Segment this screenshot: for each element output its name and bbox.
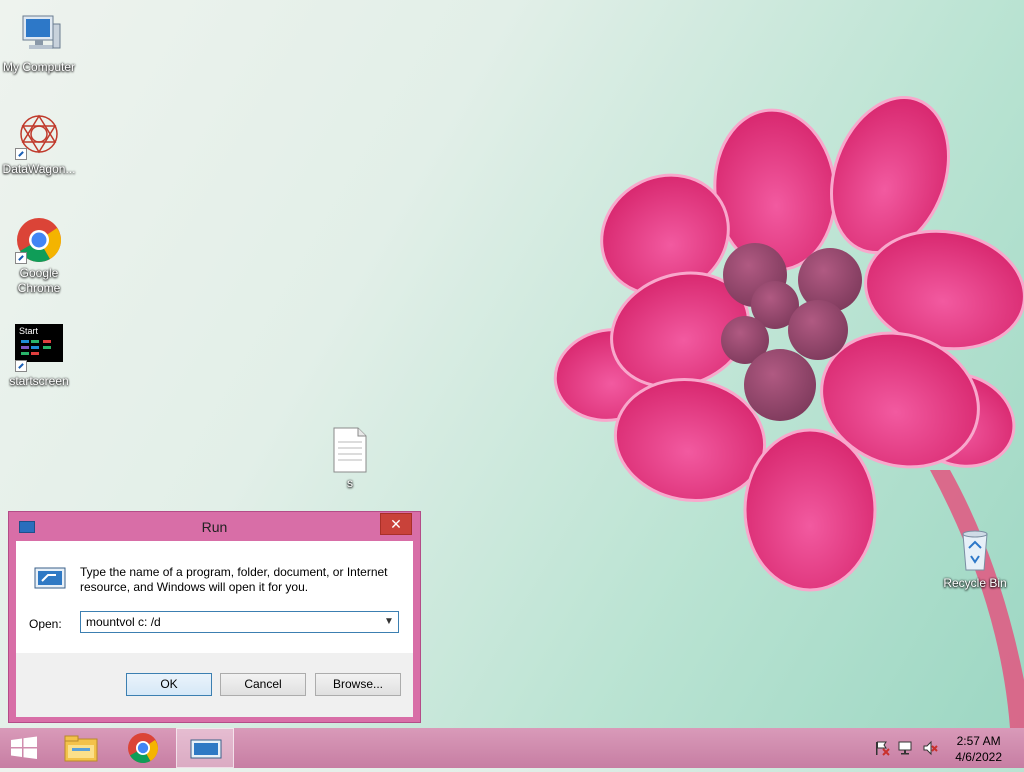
open-combobox[interactable]: mountvol c: /d ▼ bbox=[80, 611, 399, 633]
cancel-button[interactable]: Cancel bbox=[220, 673, 306, 696]
desktop-icon-label: My Computer bbox=[2, 60, 76, 74]
taskbar: 2:57 AM 4/6/2022 bbox=[0, 728, 1024, 768]
chrome-icon bbox=[15, 216, 63, 264]
taskbar-run[interactable] bbox=[176, 728, 234, 768]
file-explorer-icon bbox=[64, 735, 98, 762]
desktop: My Computer DataWagon... Google Chrome S… bbox=[0, 0, 1024, 728]
chrome-icon bbox=[128, 733, 158, 764]
dialog-titlebar[interactable]: Run ✕ bbox=[9, 512, 420, 540]
windows-start-icon bbox=[11, 736, 37, 759]
desktop-icon-google-chrome[interactable]: Google Chrome bbox=[1, 216, 77, 296]
desktop-icon-recycle-bin[interactable]: Recycle Bin bbox=[937, 526, 1013, 591]
taskbar-file-explorer[interactable] bbox=[52, 728, 110, 768]
taskbar-clock[interactable]: 2:57 AM 4/6/2022 bbox=[955, 733, 1002, 765]
clock-date: 4/6/2022 bbox=[955, 750, 1002, 764]
chevron-down-icon[interactable]: ▼ bbox=[383, 615, 395, 629]
startscreen-icon: Start bbox=[15, 324, 63, 372]
desktop-icon-label: s bbox=[347, 476, 353, 490]
shortcut-arrow-icon bbox=[15, 252, 27, 264]
run-icon bbox=[190, 739, 222, 759]
text-file-icon bbox=[326, 426, 374, 474]
desktop-icon-file-s[interactable]: s bbox=[312, 426, 388, 491]
run-dialog: Run ✕ Type the name of a program, folder… bbox=[8, 511, 421, 723]
browse-button[interactable]: Browse... bbox=[315, 673, 401, 696]
open-input-value[interactable]: mountvol c: /d bbox=[86, 615, 161, 629]
shortcut-arrow-icon bbox=[15, 360, 27, 372]
startscreen-tile-text: Start bbox=[19, 326, 39, 336]
ok-button[interactable]: OK bbox=[126, 673, 212, 696]
desktop-icon-my-computer[interactable]: My Computer bbox=[1, 10, 77, 75]
datawagon-icon bbox=[15, 112, 63, 160]
desktop-icon-label: Recycle Bin bbox=[943, 576, 1007, 590]
desktop-icon-label: DataWagon... bbox=[2, 162, 76, 176]
computer-icon bbox=[15, 10, 63, 58]
desktop-icon-datawagon[interactable]: DataWagon... bbox=[1, 112, 77, 177]
desktop-icon-label: Google Chrome bbox=[17, 266, 61, 295]
run-program-icon bbox=[34, 567, 66, 589]
desktop-icon-label: startscreen bbox=[9, 374, 69, 388]
close-button[interactable]: ✕ bbox=[380, 513, 412, 535]
shortcut-arrow-icon bbox=[15, 148, 27, 160]
start-button[interactable] bbox=[0, 728, 58, 768]
volume-muted-icon[interactable] bbox=[922, 740, 938, 756]
dialog-title: Run bbox=[201, 519, 228, 535]
clock-time: 2:57 AM bbox=[956, 734, 1001, 748]
taskbar-chrome[interactable] bbox=[114, 728, 172, 768]
open-label: Open: bbox=[29, 617, 62, 631]
action-center-flag-icon[interactable] bbox=[874, 740, 890, 756]
desktop-icon-startscreen[interactable]: Start startscreen bbox=[1, 324, 77, 389]
recycle-bin-icon bbox=[951, 526, 999, 574]
network-icon[interactable] bbox=[898, 740, 914, 756]
dialog-description: Type the name of a program, folder, docu… bbox=[80, 565, 388, 594]
